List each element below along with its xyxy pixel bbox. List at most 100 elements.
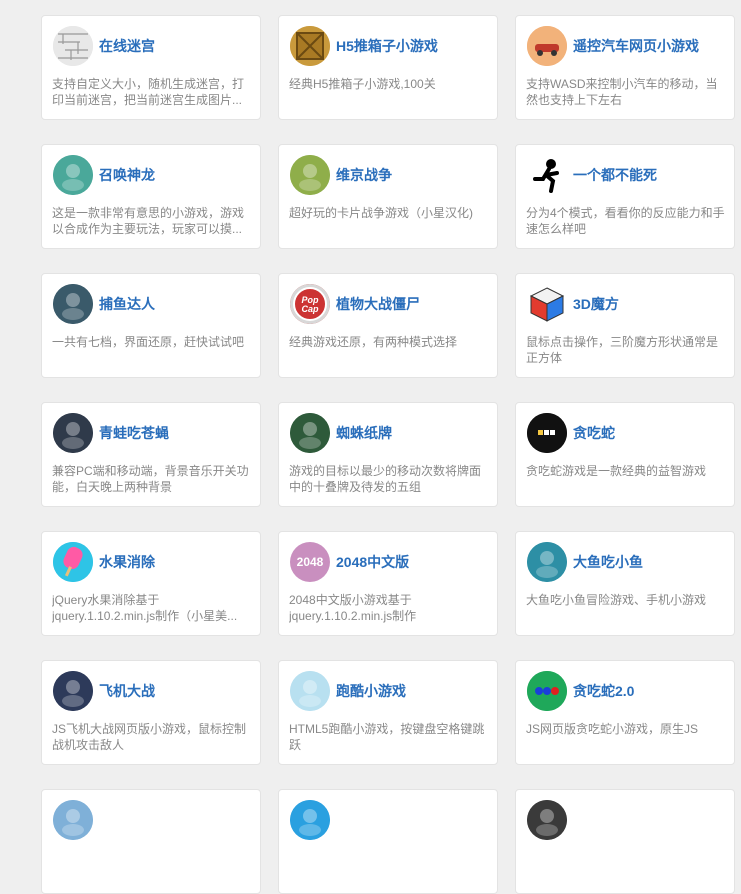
game-title-link[interactable]: 贪吃蛇 — [573, 423, 615, 443]
game-description: 经典H5推箱子小游戏,100关 — [289, 77, 436, 91]
game-title-link[interactable]: 3D魔方 — [573, 294, 619, 314]
game-card-header: H5推箱子小游戏 — [290, 26, 438, 66]
2048-icon[interactable]: 2048 — [290, 542, 330, 582]
plane-icon[interactable] — [53, 671, 93, 711]
game-description: 大鱼吃小鱼冒险游戏、手机小游戏 — [526, 593, 707, 607]
game-card[interactable]: 召唤神龙这是一款非常有意思的小游戏，游戏以合成作为主要玩法，玩家可以摸... — [41, 144, 261, 249]
game-card-header: 贪吃蛇 — [527, 413, 615, 453]
game-description: 分为4个模式，看看你的反应能力和手速怎么样吧 — [526, 206, 725, 236]
game-card[interactable]: 一个都不能死分为4个模式，看看你的反应能力和手速怎么样吧 — [515, 144, 735, 249]
game-card[interactable] — [41, 789, 261, 894]
game-description: 贪吃蛇游戏是一款经典的益智游戏 — [526, 464, 707, 478]
game-description: JS飞机大战网页版小游戏，鼠标控制战机攻击敌人 — [52, 722, 247, 752]
game-card[interactable]: 水果消除 jQuery水果消除基于jquery.1.10.2.min.js制作（小… — [41, 531, 261, 636]
game-description: jQuery水果消除基于jquery.1.10.2.min.js制作（小星美..… — [52, 593, 238, 623]
game-title-link[interactable]: 一个都不能死 — [573, 165, 657, 185]
game-card[interactable]: 维京战争超好玩的卡片战争游戏（小星汉化) — [278, 144, 498, 249]
game-card-header: 贪吃蛇2.0 — [527, 671, 634, 711]
game-title-link[interactable]: 植物大战僵尸 — [336, 294, 420, 314]
game-card[interactable]: 3D魔方鼠标点击操作，三阶魔方形状通常是正方体 — [515, 273, 735, 378]
game-card-header: 召唤神龙 — [53, 155, 155, 195]
game-description: 支持自定义大小，随机生成迷宫，打印当前迷宫，把当前迷宫生成图片... — [52, 77, 245, 107]
snake2-icon[interactable] — [527, 671, 567, 711]
game-title-link[interactable]: 在线迷宫 — [99, 36, 155, 56]
shark-icon[interactable] — [527, 542, 567, 582]
game-title-link[interactable]: 飞机大战 — [99, 681, 155, 701]
game-icon[interactable] — [527, 800, 567, 840]
game-card[interactable]: 蜘蛛纸牌游戏的目标以最少的移动次数将牌面中的十叠牌及待发的五组 — [278, 402, 498, 507]
game-grid: 在线迷宫 支持自定义大小，随机生成迷宫，打印当前迷宫，把当前迷宫生成图片... H5… — [0, 0, 741, 894]
game-card[interactable]: 贪吃蛇2.0 JS网页版贪吃蛇小游戏，原生JS — [515, 660, 735, 765]
runner-icon[interactable] — [290, 671, 330, 711]
game-card[interactable]: 贪吃蛇贪吃蛇游戏是一款经典的益智游戏 — [515, 402, 735, 507]
cards-icon[interactable] — [290, 413, 330, 453]
game-description: 2048中文版小游戏基于jquery.1.10.2.min.js制作 — [289, 593, 417, 623]
game-card[interactable]: 大鱼吃小鱼大鱼吃小鱼冒险游戏、手机小游戏 — [515, 531, 735, 636]
game-title-link[interactable]: H5推箱子小游戏 — [336, 36, 438, 56]
game-card-header: 飞机大战 — [53, 671, 155, 711]
game-description: 鼠标点击操作，三阶魔方形状通常是正方体 — [526, 335, 719, 365]
snake-icon[interactable] — [527, 413, 567, 453]
game-description: JS网页版贪吃蛇小游戏，原生JS — [526, 722, 699, 736]
game-description: 兼容PC端和移动端，背景音乐开关功能，白天晚上两种背景 — [52, 464, 249, 494]
rubiks-cube-icon[interactable] — [527, 284, 567, 324]
game-card-header: 水果消除 — [53, 542, 155, 582]
game-title-link[interactable]: 贪吃蛇2.0 — [573, 681, 634, 701]
game-card-header — [53, 800, 99, 840]
game-title-link[interactable]: 跑酷小游戏 — [336, 681, 406, 701]
game-card-header: 遥控汽车网页小游戏 — [527, 26, 699, 66]
game-card-header — [527, 800, 573, 840]
game-card-header: 维京战争 — [290, 155, 392, 195]
game-title-link[interactable]: 捕鱼达人 — [99, 294, 155, 314]
game-card-header — [290, 800, 336, 840]
running-man-icon[interactable] — [527, 155, 567, 195]
game-description: 超好玩的卡片战争游戏（小星汉化) — [289, 206, 473, 220]
game-card-header: 一个都不能死 — [527, 155, 657, 195]
game-title-link[interactable]: 水果消除 — [99, 552, 155, 572]
game-card[interactable] — [278, 789, 498, 894]
svg-text:Cap: Cap — [301, 304, 319, 314]
game-description: 经典游戏还原，有两种模式选择 — [289, 335, 458, 349]
crate-icon[interactable] — [290, 26, 330, 66]
game-description: HTML5跑酷小游戏，按键盘空格键跳跃 — [289, 722, 485, 752]
game-title-link[interactable]: 青蛙吃苍蝇 — [99, 423, 169, 443]
game-title-link[interactable]: 蜘蛛纸牌 — [336, 423, 392, 443]
game-card-header: Pop Cap 植物大战僵尸 — [290, 284, 420, 324]
game-card[interactable] — [515, 789, 735, 894]
game-card[interactable]: 2048 2048中文版 2048中文版小游戏基于jquery.1.10.2.min… — [278, 531, 498, 636]
fish-icon[interactable] — [53, 284, 93, 324]
game-card-header: 青蛙吃苍蝇 — [53, 413, 169, 453]
game-card-header: 在线迷宫 — [53, 26, 155, 66]
game-card[interactable]: 捕鱼达人一共有七档，界面还原，赶快试试吧 — [41, 273, 261, 378]
game-title-link[interactable]: 大鱼吃小鱼 — [573, 552, 643, 572]
popsicle-icon[interactable] — [53, 542, 93, 582]
game-description: 一共有七档，界面还原，赶快试试吧 — [52, 335, 245, 349]
game-card[interactable]: 跑酷小游戏 HTML5跑酷小游戏，按键盘空格键跳跃 — [278, 660, 498, 765]
game-card[interactable]: 在线迷宫支持自定义大小，随机生成迷宫，打印当前迷宫，把当前迷宫生成图片... — [41, 15, 261, 120]
game-title-link[interactable]: 召唤神龙 — [99, 165, 155, 185]
viking-icon[interactable] — [290, 155, 330, 195]
game-card[interactable]: 遥控汽车网页小游戏支持WASD来控制小汽车的移动，当然也支持上下左右 — [515, 15, 735, 120]
car-icon[interactable] — [527, 26, 567, 66]
frog-icon[interactable] — [53, 413, 93, 453]
game-description: 游戏的目标以最少的移动次数将牌面中的十叠牌及待发的五组 — [289, 464, 482, 494]
game-description: 支持WASD来控制小汽车的移动，当然也支持上下左右 — [526, 77, 718, 107]
popcap-icon[interactable]: Pop Cap — [290, 284, 330, 324]
game-card-header: 大鱼吃小鱼 — [527, 542, 643, 582]
game-card-header: 蜘蛛纸牌 — [290, 413, 392, 453]
game-description: 这是一款非常有意思的小游戏，游戏以合成作为主要玩法，玩家可以摸... — [52, 206, 245, 236]
game-title-link[interactable]: 2048中文版 — [336, 552, 409, 572]
game-card-header: 捕鱼达人 — [53, 284, 155, 324]
game-card-header: 3D魔方 — [527, 284, 619, 324]
game-title-link[interactable]: 维京战争 — [336, 165, 392, 185]
game-card[interactable]: H5推箱子小游戏经典H5推箱子小游戏,100关 — [278, 15, 498, 120]
game-card[interactable]: 青蛙吃苍蝇兼容PC端和移动端，背景音乐开关功能，白天晚上两种背景 — [41, 402, 261, 507]
game-title-link[interactable]: 遥控汽车网页小游戏 — [573, 36, 699, 56]
dragon-icon[interactable] — [53, 155, 93, 195]
game-card[interactable]: Pop Cap 植物大战僵尸经典游戏还原，有两种模式选择 — [278, 273, 498, 378]
game-icon[interactable] — [290, 800, 330, 840]
game-card-header: 2048 2048中文版 — [290, 542, 409, 582]
game-icon[interactable] — [53, 800, 93, 840]
game-card[interactable]: 飞机大战 JS飞机大战网页版小游戏，鼠标控制战机攻击敌人 — [41, 660, 261, 765]
maze-icon[interactable] — [53, 26, 93, 66]
